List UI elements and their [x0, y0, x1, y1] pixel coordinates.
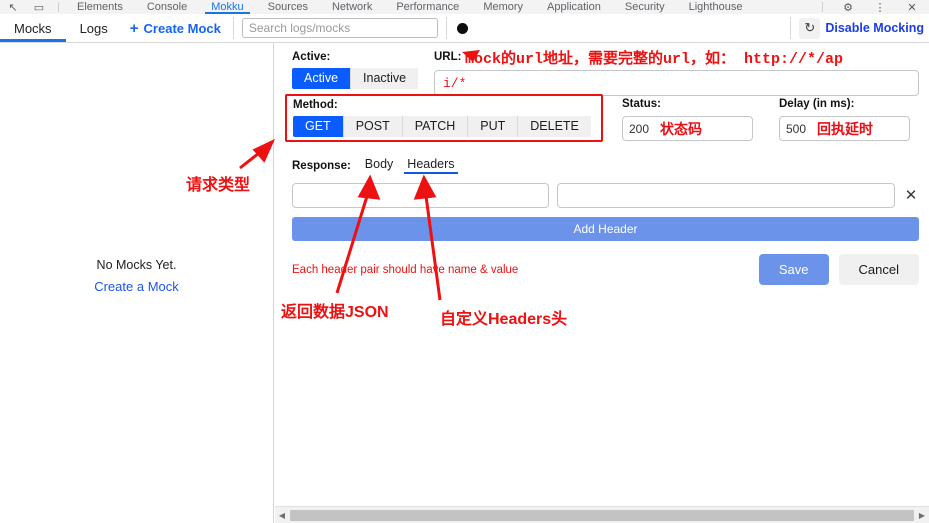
- mock-editor-panel: Active: Active Inactive URL: i/* Method:…: [274, 43, 929, 523]
- method-option-delete[interactable]: DELETE: [518, 116, 591, 137]
- search-container: [234, 14, 446, 42]
- scroll-right-arrow-icon[interactable]: ▶: [915, 507, 929, 523]
- url-input[interactable]: [434, 70, 919, 96]
- tab-mocks[interactable]: Mocks: [0, 14, 66, 42]
- devtools-tab-security[interactable]: Security: [613, 0, 677, 14]
- record-dot-icon[interactable]: [456, 22, 468, 34]
- content-area: No Mocks Yet. Create a Mock Active: Acti…: [0, 43, 929, 523]
- remove-header-icon[interactable]: ✕: [903, 187, 919, 204]
- url-block: URL:: [434, 50, 919, 96]
- status-input[interactable]: [622, 116, 753, 141]
- url-label: URL:: [434, 51, 462, 63]
- create-mock-button[interactable]: + Create Mock: [122, 14, 233, 42]
- devtools-tab-performance[interactable]: Performance: [384, 0, 471, 14]
- active-option-inactive[interactable]: Inactive: [351, 68, 419, 89]
- create-a-mock-link[interactable]: Create a Mock: [0, 279, 273, 294]
- horizontal-scrollbar[interactable]: ◀ ▶: [275, 506, 929, 523]
- refresh-icon[interactable]: ↻: [799, 17, 821, 39]
- devtools-right-controls: ⚙ ⋮ ✕: [816, 0, 929, 14]
- active-block: Active: Active Inactive: [292, 50, 442, 89]
- header-pair-row: ✕: [292, 183, 919, 208]
- active-option-active[interactable]: Active: [292, 68, 352, 89]
- delay-label: Delay (in ms):: [779, 98, 855, 110]
- method-toggle-group: GET POST PATCH PUT DELETE: [293, 116, 601, 137]
- devtools-tab-mokku[interactable]: Mokku: [199, 0, 255, 14]
- header-hint-text: Each header pair should have name & valu…: [292, 263, 519, 276]
- method-option-put[interactable]: PUT: [468, 116, 519, 137]
- device-toolbar-icon[interactable]: ▭: [26, 0, 52, 14]
- response-tab-headers[interactable]: Headers: [404, 157, 458, 174]
- mokku-devtools-panel: ↖ ▭ Elements Console Mokku Sources Netwo…: [0, 0, 929, 523]
- devtools-separator-right: [822, 2, 823, 12]
- method-option-get[interactable]: GET: [293, 116, 344, 137]
- mock-form: Active: Active Inactive URL: i/* Method:…: [285, 50, 919, 285]
- active-label: Active:: [292, 51, 331, 63]
- status-input-wrap: 状态码: [622, 112, 753, 141]
- url-label-row: URL:: [434, 50, 919, 65]
- delay-input[interactable]: [779, 116, 910, 141]
- method-option-post[interactable]: POST: [343, 116, 403, 137]
- devtools-tab-network[interactable]: Network: [320, 0, 384, 14]
- inspect-element-icon[interactable]: ↖: [0, 0, 26, 14]
- delay-input-wrap: 回执延时: [779, 112, 910, 141]
- status-block: Status: 状态码: [622, 97, 753, 141]
- tab-logs[interactable]: Logs: [66, 14, 122, 42]
- header-name-input[interactable]: [292, 183, 549, 208]
- devtools-tab-elements[interactable]: Elements: [65, 0, 135, 14]
- devtools-tab-lighthouse[interactable]: Lighthouse: [677, 0, 755, 14]
- active-url-row: Active: Active Inactive URL:: [292, 50, 919, 96]
- method-block: Method: GET POST PATCH PUT DELETE: [285, 94, 603, 142]
- devtools-tab-memory[interactable]: Memory: [471, 0, 535, 14]
- response-label: Response:: [292, 160, 351, 172]
- devtools-tab-sources[interactable]: Sources: [256, 0, 320, 14]
- method-option-patch[interactable]: PATCH: [402, 116, 469, 137]
- cancel-button[interactable]: Cancel: [838, 254, 919, 285]
- add-header-button[interactable]: Add Header: [292, 217, 919, 241]
- close-devtools-icon[interactable]: ✕: [899, 0, 925, 14]
- method-status-row: Method: GET POST PATCH PUT DELETE Status…: [285, 94, 919, 149]
- response-row: Response: Body Headers: [292, 157, 919, 174]
- record-container: [447, 14, 478, 42]
- plus-icon: +: [129, 19, 139, 37]
- mokku-toolbar: Mocks Logs + Create Mock ↻ Disable Mocki…: [0, 14, 929, 43]
- devtools-separator: [58, 2, 59, 12]
- search-input[interactable]: [241, 18, 438, 38]
- scroll-left-arrow-icon[interactable]: ◀: [275, 507, 289, 523]
- form-footer: Each header pair should have name & valu…: [292, 254, 919, 285]
- create-mock-label: Create Mock: [143, 20, 221, 36]
- devtools-tab-strip: ↖ ▭ Elements Console Mokku Sources Netwo…: [0, 0, 929, 15]
- footer-buttons: Save Cancel: [758, 254, 919, 285]
- disable-mocking-button[interactable]: Disable Mocking: [825, 21, 924, 35]
- response-tab-body[interactable]: Body: [365, 157, 394, 174]
- status-label: Status:: [622, 98, 661, 110]
- more-options-icon[interactable]: ⋮: [867, 0, 893, 14]
- header-value-input[interactable]: [557, 183, 895, 208]
- delay-block: Delay (in ms): 回执延时: [779, 97, 910, 141]
- save-button[interactable]: Save: [758, 254, 829, 285]
- toolbar-right-group: ↻ Disable Mocking: [791, 14, 929, 42]
- active-toggle-group: Active Inactive: [292, 68, 442, 89]
- devtools-tab-application[interactable]: Application: [535, 0, 613, 14]
- method-label: Method:: [293, 99, 338, 111]
- settings-gear-icon[interactable]: ⚙: [835, 0, 861, 14]
- empty-state: No Mocks Yet. Create a Mock: [0, 258, 273, 294]
- devtools-tab-console[interactable]: Console: [135, 0, 199, 14]
- scrollbar-thumb[interactable]: [290, 509, 914, 521]
- mocks-sidebar: No Mocks Yet. Create a Mock: [0, 43, 274, 523]
- empty-state-title: No Mocks Yet.: [96, 258, 177, 272]
